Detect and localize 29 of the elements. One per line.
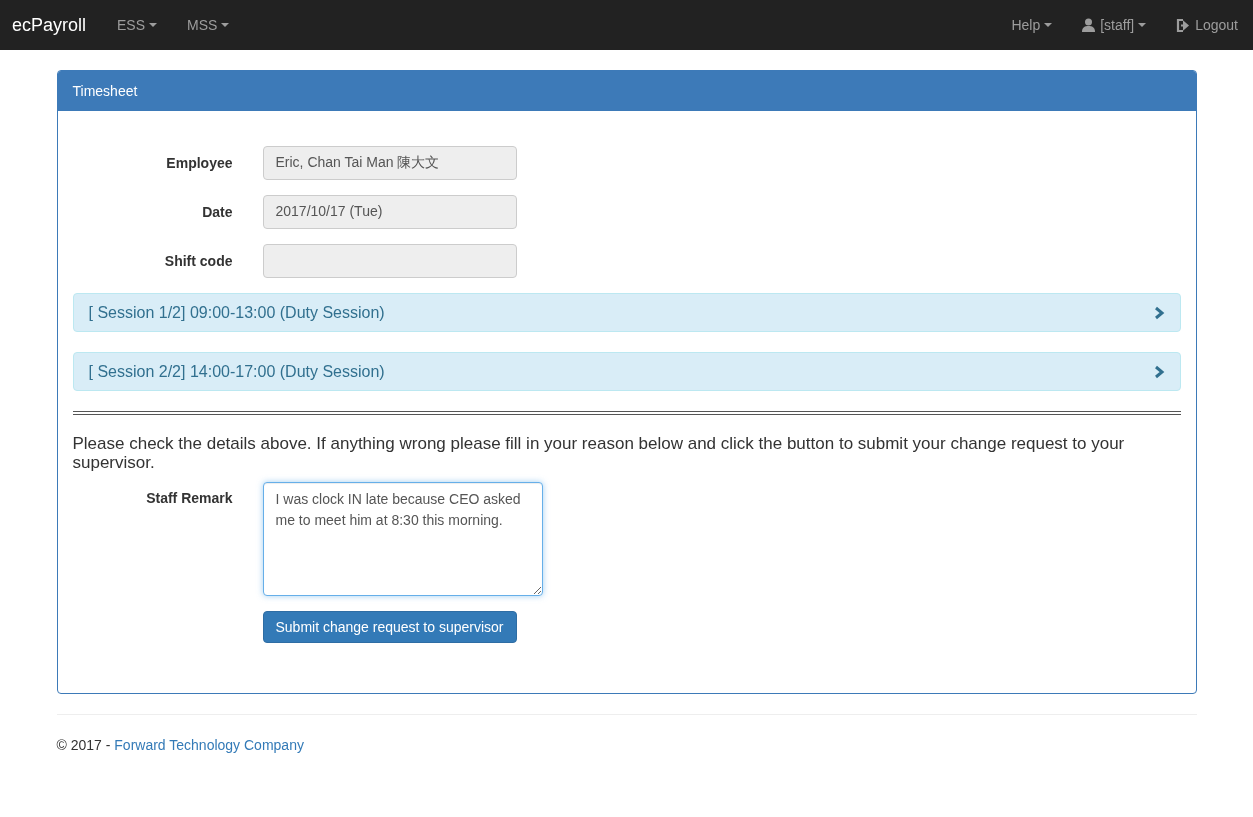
nav-menu[interactable]: ESS (102, 2, 173, 48)
input-field[interactable] (262, 244, 517, 278)
input-field[interactable]: Eric, Chan Tai Man 陳大文 (262, 146, 517, 180)
caret-icon (149, 23, 158, 27)
copyright-text: © 2017 - (56, 737, 112, 754)
nav-menu[interactable]: Help (996, 2, 1068, 48)
input-field[interactable]: 2017/10/17 (Tue) (262, 195, 517, 229)
chevron-right-icon (1152, 364, 1165, 379)
logout-icon (1176, 18, 1191, 32)
nav-menu[interactable]: [staff] (1067, 2, 1162, 48)
session-header[interactable]: [ Session 2/2] 14:00-17:00 (Duty Session) (72, 352, 1181, 391)
field-label: Staff Remark (145, 489, 233, 507)
remark-field[interactable]: I was clock IN late because CEO asked me to meet him at 8:30 this morning. (262, 482, 543, 597)
field-label: Date (201, 203, 233, 220)
field-label: Employee (165, 154, 233, 171)
field-label: Shift code (163, 252, 233, 269)
caret-icon (1138, 23, 1147, 27)
company-link[interactable]: Forward Technology Company (114, 737, 304, 754)
submit-button[interactable]: Submit change request to supervisor (262, 611, 517, 644)
nav-menu[interactable]: Logout (1161, 2, 1253, 48)
caret-icon (1044, 23, 1053, 27)
session-header[interactable]: [ Session 1/2] 09:00-13:00 (Duty Session) (72, 293, 1181, 332)
panel-title: Timesheet (57, 71, 1196, 111)
caret-icon (221, 23, 230, 27)
nav-menu[interactable]: MSS (172, 2, 245, 48)
user-icon (1082, 18, 1096, 32)
brand-link[interactable]: ecPayroll (12, 14, 87, 36)
chevron-right-icon (1152, 305, 1165, 320)
instruction-text: Please check the details above. If anything wrong please fill in your reason below and click the button to submit your change request to your supervisor. (72, 435, 1126, 473)
